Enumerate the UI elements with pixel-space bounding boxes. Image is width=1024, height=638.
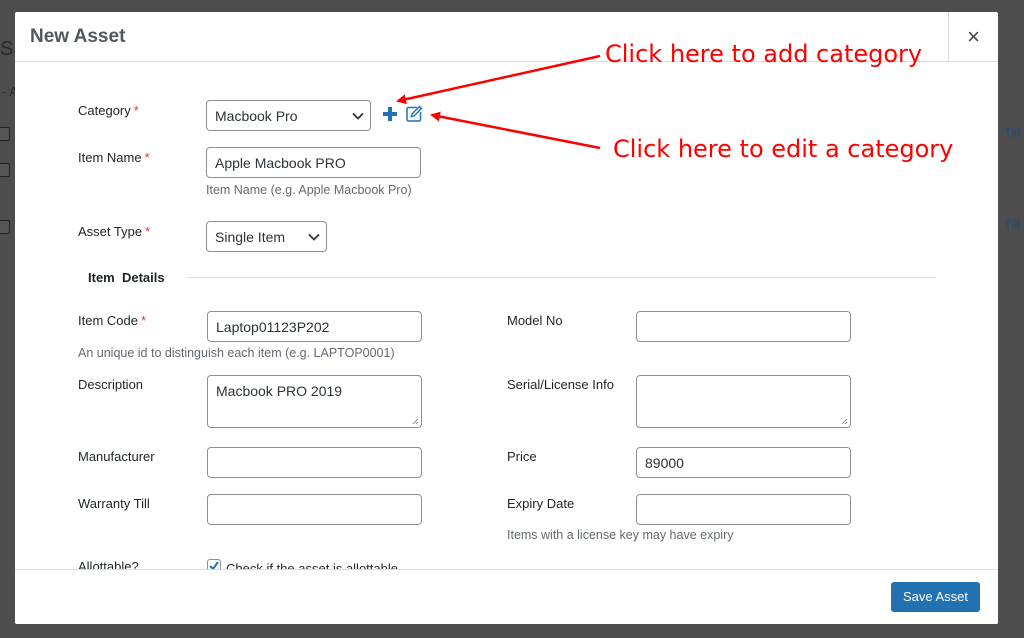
model-no-label: Model No <box>507 313 563 328</box>
section-divider <box>187 277 936 278</box>
modal-footer: Save Asset <box>15 569 998 624</box>
price-input[interactable]: 89000 <box>636 447 851 478</box>
chevron-down-icon <box>352 112 364 120</box>
new-asset-modal: New Asset × Category * Macbook Pro Item N… <box>15 12 998 624</box>
modal-title: New Asset <box>30 26 126 47</box>
required-mark: * <box>145 224 151 239</box>
price-label: Price <box>507 449 537 464</box>
item-code-hint: An unique id to distinguish each item (e… <box>78 346 395 360</box>
category-select-value: Macbook Pro <box>215 107 298 124</box>
manufacturer-label: Manufacturer <box>78 449 155 464</box>
item-code-label: Item Code * <box>78 313 147 328</box>
description-textarea[interactable]: Macbook PRO 2019 <box>207 375 422 428</box>
chevron-down-icon <box>308 233 320 241</box>
background-text-fragment: Till <box>1004 125 1021 140</box>
manufacturer-input[interactable] <box>207 447 422 478</box>
background-checkbox <box>0 163 10 177</box>
required-mark: * <box>144 150 150 165</box>
item-name-input[interactable]: Apple Macbook PRO <box>206 147 421 178</box>
asset-type-select[interactable]: Single Item <box>206 221 327 252</box>
plus-icon[interactable] <box>381 104 399 124</box>
item-name-label: Item Name * <box>78 150 150 165</box>
edit-category-annotation: Click here to edit a category <box>613 135 954 163</box>
expiry-date-label: Expiry Date <box>507 496 575 511</box>
description-label: Description <box>78 377 144 392</box>
category-label: Category * <box>78 103 139 118</box>
close-icon[interactable]: × <box>967 24 980 50</box>
item-code-input[interactable]: Laptop01123P202 <box>207 311 422 342</box>
close-button[interactable]: × <box>948 12 998 62</box>
save-asset-button[interactable]: Save Asset <box>890 582 980 612</box>
asset-type-label: Asset Type * <box>78 224 151 239</box>
expiry-date-input[interactable] <box>636 494 851 525</box>
serial-license-textarea[interactable] <box>636 375 851 428</box>
edit-icon[interactable] <box>405 105 423 123</box>
add-category-annotation: Click here to add category <box>605 40 923 68</box>
background-checkbox <box>0 220 10 234</box>
resize-grip-icon[interactable] <box>841 418 848 425</box>
required-mark: * <box>140 313 147 328</box>
description-value: Macbook PRO 2019 <box>216 383 343 399</box>
serial-license-label: Serial/License Info <box>507 377 614 392</box>
item-name-hint: Item Name (e.g. Apple Macbook Pro) <box>206 183 412 197</box>
background-text-fragment: Till <box>1004 217 1021 232</box>
category-select[interactable]: Macbook Pro <box>206 100 371 131</box>
resize-grip-icon[interactable] <box>412 418 419 425</box>
required-mark: * <box>133 103 139 118</box>
model-no-input[interactable] <box>636 311 851 342</box>
warranty-till-input[interactable] <box>207 494 422 525</box>
item-details-heading: Item Details <box>88 270 165 285</box>
expiry-date-hint: Items with a license key may have expiry <box>507 528 734 542</box>
background-checkbox <box>0 127 10 141</box>
asset-type-select-value: Single Item <box>215 228 286 245</box>
warranty-till-label: Warranty Till <box>78 496 150 511</box>
